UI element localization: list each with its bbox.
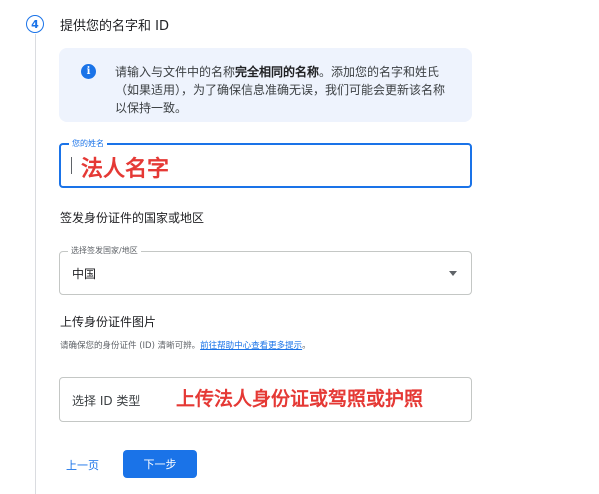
info-banner: i 请输入与文件中的名称完全相同的名称。添加您的名字和姓氏（如果适用），为了确保… [59, 48, 472, 122]
info-text-before: 请输入与文件中的名称 [115, 65, 236, 79]
id-annotation: 上传法人身份证或驾照或护照 [176, 388, 424, 410]
name-input-label: 您的姓名 [69, 138, 107, 150]
dropdown-arrow-icon[interactable] [449, 271, 457, 276]
step-number-badge: 4 [26, 15, 44, 33]
info-icon: i [81, 64, 96, 79]
country-select[interactable]: 选择签发国家/地区 中国 [59, 245, 472, 295]
id-type-select[interactable]: 选择 ID 类型 上传法人身份证或驾照或护照 [59, 377, 472, 422]
country-heading: 签发身份证件的国家或地区 [60, 211, 205, 225]
name-annotation: 法人名字 [81, 157, 170, 182]
country-select-label: 选择签发国家/地区 [68, 245, 141, 257]
info-text-bold: 完全相同的名称 [235, 65, 320, 79]
id-helper-text: 请确保您的身份证件 (ID) 清晰可辨。前往帮助中心查看更多提示。 [60, 339, 311, 351]
country-selected-value: 中国 [72, 267, 97, 281]
id-upload-heading: 上传身份证件图片 [60, 315, 157, 329]
next-button[interactable]: 下一步 [123, 450, 197, 478]
step-timeline-line [35, 34, 36, 494]
help-center-link[interactable]: 前往帮助中心查看更多提示 [200, 341, 302, 351]
id-type-placeholder: 选择 ID 类型 [72, 394, 141, 408]
id-helper-end: 。 [302, 341, 311, 351]
step-title: 提供您的名字和 ID [60, 19, 169, 34]
id-helper-prefix: 请确保您的身份证件 (ID) 清晰可辨。 [60, 341, 201, 351]
text-caret [71, 157, 72, 174]
previous-button[interactable]: 上一页 [66, 457, 99, 473]
name-input[interactable]: 您的姓名 法人名字 [59, 138, 472, 188]
